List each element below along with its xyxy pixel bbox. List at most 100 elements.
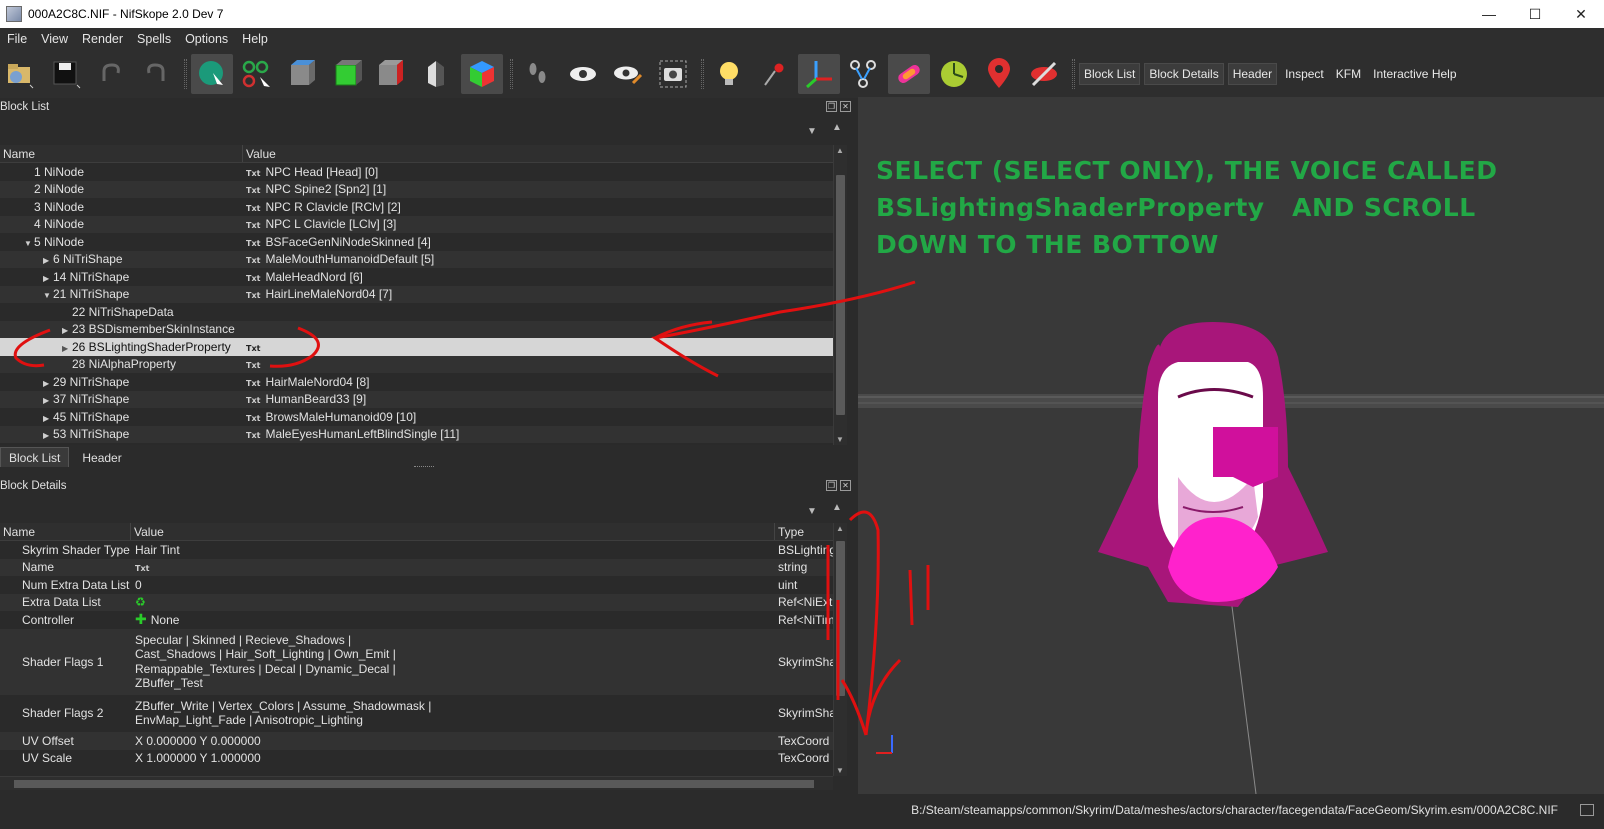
splitter-handle[interactable] (414, 466, 434, 467)
float-icon[interactable]: ❐ (826, 480, 837, 491)
column-name[interactable]: Name (0, 523, 131, 540)
open-file-button[interactable] (0, 54, 42, 94)
detail-row[interactable]: Name Txt string (0, 558, 833, 576)
expand-arrow-icon[interactable]: ▶ (43, 274, 53, 283)
tree-row[interactable]: 28 NiAlphaProperty Txt (0, 355, 833, 373)
close-button[interactable]: ✕ (1558, 0, 1604, 28)
select-vertex-button[interactable] (236, 54, 278, 94)
hide-selection-button[interactable] (1023, 54, 1065, 94)
detail-field-value[interactable]: Specular | Skinned | Recieve_Shadows | Ca… (131, 633, 775, 691)
redo-button[interactable] (135, 54, 177, 94)
show-constraints-button[interactable] (933, 54, 975, 94)
detail-field-value[interactable]: Txt (131, 560, 775, 574)
detail-field-value[interactable]: ♻ (131, 595, 775, 609)
tab-block-list[interactable]: Block List (0, 447, 70, 467)
toolbar-header-button[interactable]: Header (1227, 63, 1278, 85)
tree-row[interactable]: ▼ 5 NiNode Txt BSFaceGenNiNodeSkinned [4] (0, 233, 833, 251)
tree-row[interactable]: ▶ 26 BSLightingShaderProperty Txt (0, 338, 833, 356)
view-perspective-button[interactable] (461, 54, 503, 94)
block-details-hscrollbar[interactable] (0, 776, 833, 790)
menu-spells[interactable]: Spells (130, 32, 178, 46)
column-value[interactable]: Value (131, 523, 775, 540)
recycle-icon[interactable]: ♻ (135, 595, 146, 609)
toolbar-kfm-button[interactable]: KFM (1332, 64, 1365, 84)
block-details-scrollbar[interactable]: ▲ ▼ (833, 523, 847, 776)
expand-arrow-icon[interactable]: ▶ (43, 379, 53, 388)
chevron-down-icon[interactable]: ▼ (807, 126, 817, 137)
tab-header[interactable]: Header (73, 447, 131, 467)
close-icon[interactable]: ✕ (840, 480, 851, 491)
undo-button[interactable] (90, 54, 132, 94)
tree-row[interactable]: 4 NiNode Txt NPC L Clavicle [LClv] [3] (0, 215, 833, 233)
expand-arrow-icon[interactable]: ▶ (43, 431, 53, 440)
detail-row[interactable]: Shader Flags 2 ZBuffer_Write | Vertex_Col… (0, 695, 833, 732)
save-file-button[interactable] (45, 54, 87, 94)
view-front-button[interactable] (326, 54, 368, 94)
tree-row[interactable]: 2 NiNode Txt NPC Spine2 [Spn2] [1] (0, 180, 833, 198)
detail-row[interactable]: UV Scale X 1.000000 Y 1.000000 TexCoord (0, 750, 833, 768)
detail-field-value[interactable]: X 0.000000 Y 0.000000 (131, 734, 775, 748)
toolbar-interactive-help-button[interactable]: Interactive Help (1369, 64, 1460, 84)
expand-arrow-icon[interactable]: ▶ (43, 256, 53, 265)
expand-arrow-icon[interactable]: ▼ (43, 291, 53, 300)
toolbar-block-list-button[interactable]: Block List (1079, 63, 1141, 85)
detail-field-value[interactable]: X 1.000000 Y 1.000000 (131, 751, 775, 765)
block-list-scrollbar[interactable]: ▲ ▼ (833, 145, 847, 445)
expand-arrow-icon[interactable]: ▶ (62, 326, 72, 335)
tree-row[interactable]: ▶ 6 NiTriShape Txt MaleMouthHumanoidDefault… (0, 250, 833, 268)
scroll-thumb[interactable] (836, 541, 845, 696)
tree-row[interactable]: 22 NiTriShapeData (0, 303, 833, 321)
scroll-up-icon[interactable]: ▲ (836, 524, 844, 533)
maximize-button[interactable]: ☐ (1512, 0, 1558, 28)
chevron-up-icon[interactable]: ▲ (832, 502, 842, 513)
menu-help[interactable]: Help (235, 32, 275, 46)
tree-row[interactable]: ▶ 23 BSDismemberSkinInstance (0, 320, 833, 338)
toolbar-inspect-button[interactable]: Inspect (1281, 64, 1328, 84)
tree-row[interactable]: 1 NiNode Txt NPC Head [Head] [0] (0, 163, 833, 181)
menu-view[interactable]: View (34, 32, 75, 46)
chevron-down-icon[interactable]: ▼ (807, 506, 817, 517)
view-side-button[interactable] (371, 54, 413, 94)
detail-row[interactable]: Controller ✚ None Ref<NiTim (0, 611, 833, 629)
tree-row[interactable]: ▶ 37 NiTriShape Txt HumanBeard33 [9] (0, 390, 833, 408)
column-value[interactable]: Value (243, 145, 833, 162)
column-name[interactable]: Name (0, 145, 243, 162)
menu-render[interactable]: Render (75, 32, 130, 46)
close-icon[interactable]: ✕ (840, 101, 851, 112)
tree-row[interactable]: ▶ 14 NiTriShape Txt MaleHeadNord [6] (0, 268, 833, 286)
show-hidden-button[interactable] (562, 54, 604, 94)
show-axes-arrows-button[interactable] (798, 54, 840, 94)
tree-row[interactable]: 3 NiNode Txt NPC R Clavicle [RClv] [2] (0, 198, 833, 216)
show-nodes-button[interactable] (843, 54, 885, 94)
column-type[interactable]: Type (775, 523, 833, 540)
detail-row[interactable]: UV Offset X 0.000000 Y 0.000000 TexCoord (0, 732, 833, 750)
tree-row[interactable]: ▶ 45 NiTriShape Txt BrowsMaleHumanoid09 [10… (0, 408, 833, 426)
scroll-up-icon[interactable]: ▲ (836, 146, 844, 155)
tree-row[interactable]: ▶ 29 NiTriShape Txt HairMaleNord04 [8] (0, 373, 833, 391)
show-collision-button[interactable] (888, 54, 930, 94)
tree-row[interactable]: ▼ 21 NiTriShape Txt HairLineMaleNord04 [7] (0, 285, 833, 303)
view-top-button[interactable] (281, 54, 323, 94)
scroll-thumb[interactable] (836, 175, 845, 415)
expand-arrow-icon[interactable]: ▶ (43, 396, 53, 405)
expand-arrow-icon[interactable]: ▶ (43, 414, 53, 423)
scroll-down-icon[interactable]: ▼ (836, 435, 844, 444)
detail-row[interactable]: Extra Data List ♻ Ref<NiExtr (0, 593, 833, 611)
lighting-button[interactable] (708, 54, 750, 94)
detail-field-value[interactable]: ZBuffer_Write | Vertex_Colors | Assume_S… (131, 699, 775, 728)
select-object-button[interactable] (191, 54, 233, 94)
detail-row[interactable]: Shader Flags 1 Specular | Skinned | Recie… (0, 628, 833, 695)
detail-field-value[interactable]: Hair Tint (131, 543, 775, 557)
walk-mode-button[interactable] (517, 54, 559, 94)
minimize-button[interactable]: — (1466, 0, 1512, 28)
detail-row[interactable]: Num Extra Data List 0 uint (0, 576, 833, 594)
show-markers-button[interactable] (978, 54, 1020, 94)
expand-arrow-icon[interactable]: ▶ (62, 344, 72, 353)
render-viewport[interactable] (858, 97, 1604, 794)
screenshot-button[interactable] (652, 54, 694, 94)
add-plus-icon[interactable]: ✚ (135, 611, 147, 627)
show-axes-button[interactable] (753, 54, 795, 94)
chevron-up-icon[interactable]: ▲ (832, 122, 842, 133)
show-edit-eye-button[interactable] (607, 54, 649, 94)
view-user-button[interactable] (416, 54, 458, 94)
